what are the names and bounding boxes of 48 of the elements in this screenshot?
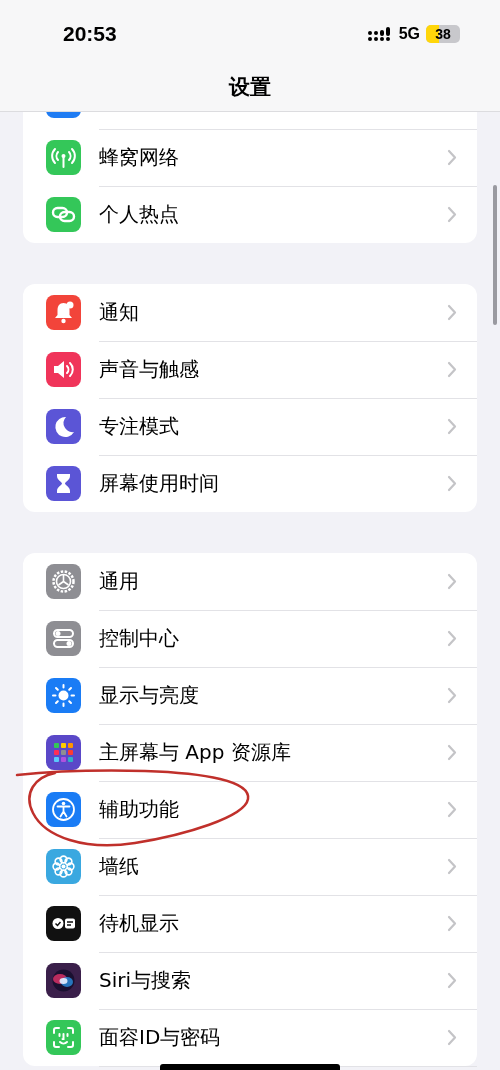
- settings-row[interactable]: 蜂窝网络: [23, 129, 477, 186]
- row-label: 待机显示: [99, 909, 180, 937]
- row-label: 通用: [99, 567, 140, 595]
- settings-row[interactable]: 辅助功能: [23, 781, 477, 838]
- status-time: 20:53: [63, 22, 118, 46]
- page-title: 设置: [229, 73, 271, 101]
- settings-row[interactable]: 墙纸: [23, 838, 477, 895]
- network-type: 5G: [398, 25, 420, 43]
- settings-row[interactable]: 通用: [23, 553, 477, 610]
- chevron-icon: [447, 857, 457, 875]
- row-label: 控制中心: [99, 624, 180, 652]
- chevron-icon: [447, 360, 457, 378]
- row-label: 通知: [99, 298, 140, 326]
- row-label: 蜂窝网络: [99, 143, 180, 171]
- settings-row[interactable]: 显示与亮度: [23, 667, 477, 724]
- settings-row[interactable]: Siri与搜索: [23, 952, 477, 1009]
- row-label: 显示与亮度: [99, 681, 200, 709]
- chevron-icon: [447, 148, 457, 166]
- settings-row[interactable]: 通知: [23, 284, 477, 341]
- row-label: 辅助功能: [99, 795, 180, 823]
- row-label: 墙纸: [99, 852, 140, 880]
- row-label: 面容ID与密码: [99, 1023, 222, 1051]
- chevron-icon: [447, 475, 457, 492]
- settings-row[interactable]: 专注模式: [23, 398, 477, 455]
- chevron-icon: [447, 914, 457, 932]
- row-label: 声音与触感: [99, 355, 200, 383]
- row-label: 主屏幕与 App 资源库: [99, 738, 292, 766]
- row-label: Siri与搜索: [99, 966, 193, 994]
- settings-row[interactable]: 个人热点: [23, 186, 477, 243]
- chevron-icon: [447, 686, 457, 704]
- chevron-icon: [447, 743, 457, 761]
- chevron-icon: [447, 572, 457, 590]
- row-label: 屏幕使用时间: [99, 470, 220, 497]
- chevron-icon: [447, 971, 457, 989]
- settings-row[interactable]: 主屏幕与 App 资源库: [23, 724, 477, 781]
- chevron-icon: [447, 800, 457, 818]
- chevron-icon: [447, 1028, 457, 1046]
- settings-row[interactable]: 控制中心: [23, 610, 477, 667]
- settings-row[interactable]: 屏幕使用时间: [23, 455, 477, 512]
- row-label: 个人热点: [99, 201, 180, 228]
- chevron-icon: [447, 303, 457, 321]
- chevron-icon: [447, 206, 457, 223]
- chevron-icon: [447, 417, 457, 435]
- chevron-icon: [447, 629, 457, 647]
- row-label: 专注模式: [99, 412, 180, 440]
- settings-row[interactable]: 声音与触感: [23, 341, 477, 398]
- settings-row[interactable]: 待机显示: [23, 895, 477, 952]
- signal-icon: [366, 26, 393, 42]
